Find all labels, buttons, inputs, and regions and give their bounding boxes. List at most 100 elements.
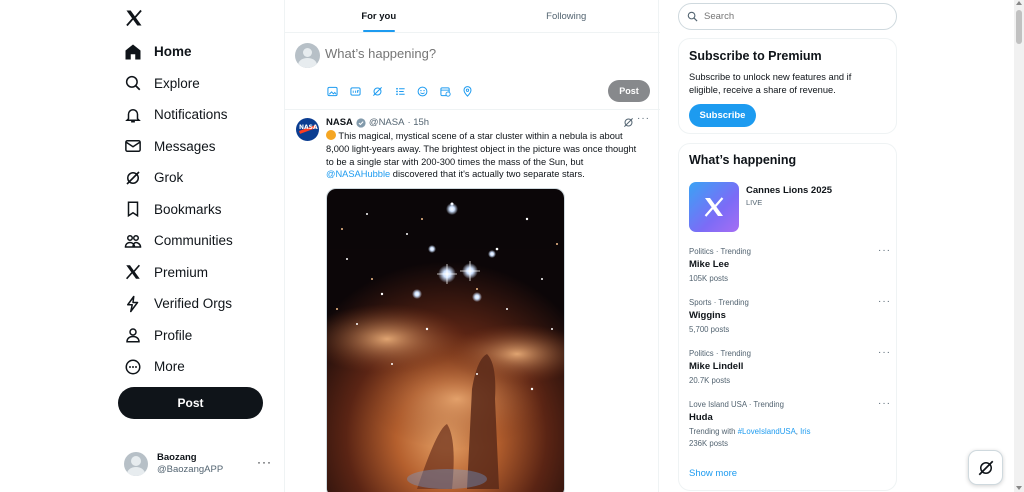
account-name: Baozang <box>157 452 197 463</box>
show-more-link[interactable]: Show more <box>689 468 737 479</box>
trend-posts: 5,700 posts <box>689 325 730 334</box>
more-icon[interactable]: ··· <box>878 398 891 409</box>
live-event-title[interactable]: Cannes Lions 2025 <box>746 185 832 196</box>
account-handle: @BaozangAPP <box>157 464 224 475</box>
gif-icon[interactable] <box>349 84 361 96</box>
scroll-up-arrow-icon[interactable] <box>1016 1 1022 5</box>
trend-name: Wiggins <box>689 310 726 321</box>
live-status: LIVE <box>746 198 763 207</box>
nav-item-communities[interactable]: Communities <box>116 225 284 257</box>
trend-context: Trending with #LoveIslandUSA, Iris <box>689 426 889 437</box>
subscribe-button[interactable]: Subscribe <box>689 104 756 127</box>
tab-for-you[interactable]: For you <box>285 0 473 32</box>
post-button[interactable]: Post <box>118 387 263 419</box>
tab-following[interactable]: Following <box>473 0 661 32</box>
nav-item-grok[interactable]: Grok <box>116 162 284 194</box>
scroll-thumb[interactable] <box>1016 10 1022 44</box>
envelope-icon <box>125 140 141 153</box>
nav-item-bookmarks[interactable]: Bookmarks <box>116 194 284 226</box>
grok-floating-button[interactable] <box>968 450 1003 485</box>
x-logo-icon[interactable] <box>124 8 144 28</box>
grok-icon[interactable] <box>372 84 383 96</box>
whats-happening-card: What’s happening Cannes Lions 2025 LIVE … <box>678 143 897 491</box>
nav-label: Premium <box>154 264 209 280</box>
people-icon <box>124 234 142 248</box>
nav-label: Notifications <box>154 107 228 123</box>
trend-item[interactable]: Love Island USA · Trending Huda Trending… <box>689 398 891 449</box>
tweet-author-name[interactable]: NASA <box>326 117 353 128</box>
compose-post-button[interactable]: Post <box>608 80 650 102</box>
schedule-icon[interactable] <box>439 84 451 97</box>
tweet-text: This magical, mystical scene of a star c… <box>326 130 641 181</box>
grok-icon[interactable] <box>623 117 634 128</box>
tweet-image[interactable] <box>326 188 565 492</box>
tweet-time[interactable]: · 15h <box>407 117 429 128</box>
trend-item[interactable]: Politics · Trending Mike Lee 105K posts … <box>689 245 891 284</box>
search-input[interactable] <box>704 11 884 22</box>
emoji-icon[interactable] <box>417 84 428 97</box>
hashtag-link[interactable]: #LoveIslandUSA <box>738 427 796 436</box>
scrollbar[interactable] <box>1014 0 1024 492</box>
nav-label: Profile <box>154 327 193 343</box>
more-icon[interactable]: ··· <box>878 245 891 256</box>
trend-context-prefix: Trending with <box>689 427 738 436</box>
account-switcher[interactable]: Baozang @BaozangAPP ··· <box>124 450 284 478</box>
trend-name: Mike Lindell <box>689 361 744 372</box>
tweet-header: NASA @NASA · 15h <box>326 117 429 128</box>
trend-meta: Love Island USA · Trending <box>689 400 784 409</box>
nav-label: Grok <box>154 170 184 186</box>
nav-item-home[interactable]: Home <box>116 36 284 68</box>
tweet[interactable]: NASA NASA @NASA · 15h ··· This magical, … <box>285 111 660 492</box>
trend-posts: 236K posts <box>689 439 729 448</box>
trend-meta: Politics · Trending <box>689 349 751 358</box>
avatar[interactable]: NASA <box>296 118 319 141</box>
trend-item[interactable]: Politics · Trending Mike Lindell 20.7K p… <box>689 347 891 386</box>
more-icon[interactable]: ··· <box>637 113 650 124</box>
trend-meta: Politics · Trending <box>689 247 751 256</box>
nav-item-premium[interactable]: Premium <box>116 257 284 289</box>
mention-link[interactable]: @NASAHubble <box>326 169 390 179</box>
nav-item-more[interactable]: More <box>116 351 284 383</box>
nav-item-messages[interactable]: Messages <box>116 131 284 163</box>
scroll-down-arrow-icon[interactable] <box>1016 486 1022 490</box>
account-names: Baozang @BaozangAPP <box>157 452 223 476</box>
bookmark-icon <box>127 201 139 218</box>
search-box[interactable] <box>678 3 897 30</box>
tweet-text-part: discovered that it's actually two separa… <box>390 169 585 180</box>
home-icon <box>125 44 141 60</box>
trend-item[interactable]: Sports · Trending Wiggins 5,700 posts ··… <box>689 296 891 335</box>
nav-label: Verified Orgs <box>154 296 233 312</box>
feed-tabs: For you Following <box>285 0 660 33</box>
premium-title: Subscribe to Premium <box>689 49 822 63</box>
premium-card: Subscribe to Premium Subscribe to unlock… <box>678 38 897 134</box>
nav-item-explore[interactable]: Explore <box>116 68 284 100</box>
main-feed: For you Following Post NASA NASA @NAS <box>284 0 660 492</box>
nav-label: Explore <box>154 75 200 91</box>
tweet-handle[interactable]: @NASA <box>369 117 405 128</box>
more-icon[interactable]: ··· <box>878 347 891 358</box>
tweet-text-part: This magical, mystical scene of a star c… <box>326 131 637 167</box>
hashtag-link[interactable]: Iris <box>800 427 810 436</box>
lightning-icon <box>127 295 139 312</box>
x-icon <box>704 197 724 217</box>
poll-icon[interactable] <box>395 84 406 96</box>
nav-item-notifications[interactable]: Notifications <box>116 99 284 131</box>
heart-eyes-emoji-icon <box>326 130 336 140</box>
grok-icon <box>978 460 993 475</box>
nebula-image <box>327 189 564 492</box>
trend-meta: Sports · Trending <box>689 298 749 307</box>
nav-item-verified-orgs[interactable]: Verified Orgs <box>116 288 284 320</box>
search-icon <box>125 76 141 91</box>
nav-label: More <box>154 359 185 375</box>
compose-input[interactable] <box>325 46 625 61</box>
nav-label: Communities <box>154 233 233 249</box>
more-icon[interactable]: ··· <box>878 296 891 307</box>
image-icon[interactable] <box>327 84 338 97</box>
more-icon[interactable]: ··· <box>257 455 272 469</box>
trend-posts: 20.7K posts <box>689 376 731 385</box>
location-icon[interactable] <box>462 84 473 97</box>
compose-box: Post <box>285 33 660 110</box>
trend-name: Huda <box>689 412 713 423</box>
nav-item-profile[interactable]: Profile <box>116 320 284 352</box>
live-event-thumbnail[interactable] <box>689 182 739 232</box>
